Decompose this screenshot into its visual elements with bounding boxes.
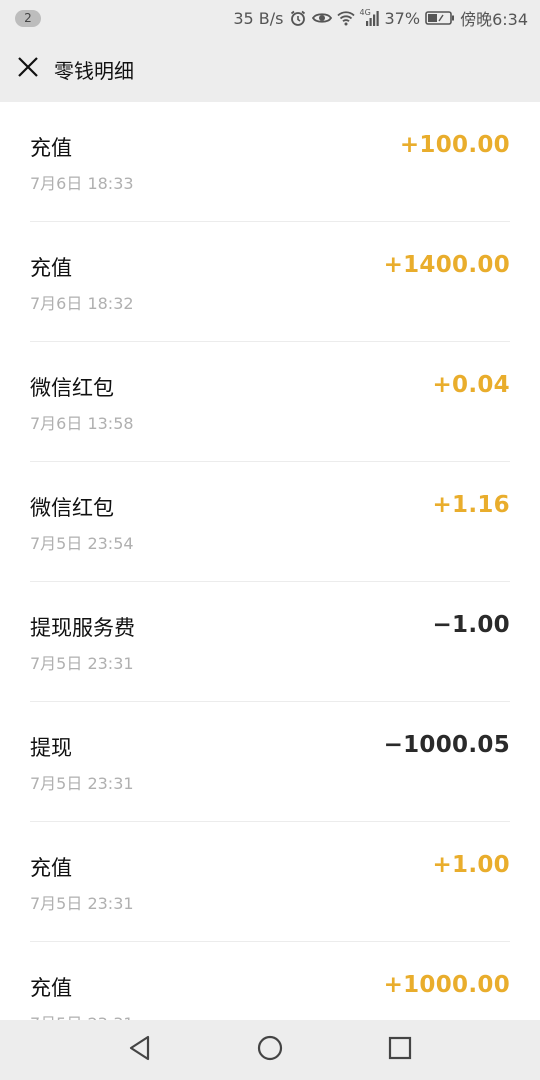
clock-time: 傍晚6:34 <box>460 10 528 29</box>
transaction-row[interactable]: 充值 7月5日 23:31 +1000.00 <box>30 942 510 1020</box>
transaction-row[interactable]: 充值 7月5日 23:31 +1.00 <box>30 822 510 942</box>
transaction-row[interactable]: 提现服务费 7月5日 23:31 −1.00 <box>30 582 510 702</box>
nav-back-button[interactable] <box>120 1030 160 1070</box>
transaction-title: 微信红包 <box>30 376 114 400</box>
transaction-time: 7月6日 18:32 <box>30 294 134 313</box>
transaction-row[interactable]: 微信红包 7月6日 13:58 +0.04 <box>30 342 510 462</box>
battery-percent: 37% <box>384 8 421 28</box>
transaction-time: 7月6日 18:33 <box>30 174 134 193</box>
wifi-icon <box>336 10 355 26</box>
transaction-row[interactable]: 微信红包 7月5日 23:54 +1.16 <box>30 462 510 582</box>
alarm-icon <box>289 9 307 27</box>
notification-count-badge: 2 <box>15 9 41 27</box>
page-title: 零钱明细 <box>54 58 134 83</box>
transaction-amount: −1000.05 <box>383 732 510 758</box>
system-nav-bar <box>0 1020 540 1080</box>
transaction-time: 7月6日 13:58 <box>30 414 134 433</box>
close-button[interactable] <box>0 36 56 102</box>
transaction-amount: +1.16 <box>432 492 510 518</box>
battery-icon <box>425 10 455 26</box>
status-bar: 2 35 B/s 4G 37% 傍晚6:34 <box>0 0 540 36</box>
transaction-title: 充值 <box>30 856 72 880</box>
transaction-title: 充值 <box>30 256 72 280</box>
transaction-amount: +0.04 <box>432 372 510 398</box>
back-triangle-icon <box>128 1035 152 1065</box>
transaction-row[interactable]: 充值 7月6日 18:33 +100.00 <box>30 102 510 222</box>
transaction-amount: −1.00 <box>432 612 510 638</box>
home-circle-icon <box>257 1035 283 1065</box>
transaction-title: 微信红包 <box>30 496 114 520</box>
transaction-time: 7月5日 23:31 <box>30 774 134 793</box>
transaction-title: 充值 <box>30 136 72 160</box>
network-speed: 35 B/s <box>233 8 284 28</box>
recents-square-icon <box>388 1036 412 1064</box>
transaction-time: 7月5日 23:31 <box>30 894 134 913</box>
eye-icon <box>311 10 332 26</box>
transaction-title: 提现服务费 <box>30 616 135 640</box>
transaction-title: 充值 <box>30 976 72 1000</box>
transaction-amount: +1400.00 <box>383 252 510 278</box>
signal-icon: 4G <box>359 8 380 26</box>
network-type: 4G <box>359 8 371 17</box>
transaction-title: 提现 <box>30 736 72 760</box>
transaction-time: 7月5日 23:54 <box>30 534 134 553</box>
status-right-group: 35 B/s 4G 37% 傍晚6:34 <box>233 6 528 30</box>
transaction-row[interactable]: 提现 7月5日 23:31 −1000.05 <box>30 702 510 822</box>
transaction-amount: +1000.00 <box>383 972 510 998</box>
transaction-time: 7月5日 23:31 <box>30 1010 134 1020</box>
nav-home-button[interactable] <box>250 1030 290 1070</box>
transaction-amount: +1.00 <box>432 852 510 878</box>
nav-recents-button[interactable] <box>380 1030 420 1070</box>
transaction-row[interactable]: 充值 7月6日 18:32 +1400.00 <box>30 222 510 342</box>
transaction-list[interactable]: 充值 7月6日 18:33 +100.00 充值 7月6日 18:32 +140… <box>0 102 540 1020</box>
transaction-time: 7月5日 23:31 <box>30 654 134 673</box>
page-header: 零钱明细 <box>0 36 540 102</box>
transaction-amount: +100.00 <box>399 132 510 158</box>
close-icon <box>17 56 39 82</box>
